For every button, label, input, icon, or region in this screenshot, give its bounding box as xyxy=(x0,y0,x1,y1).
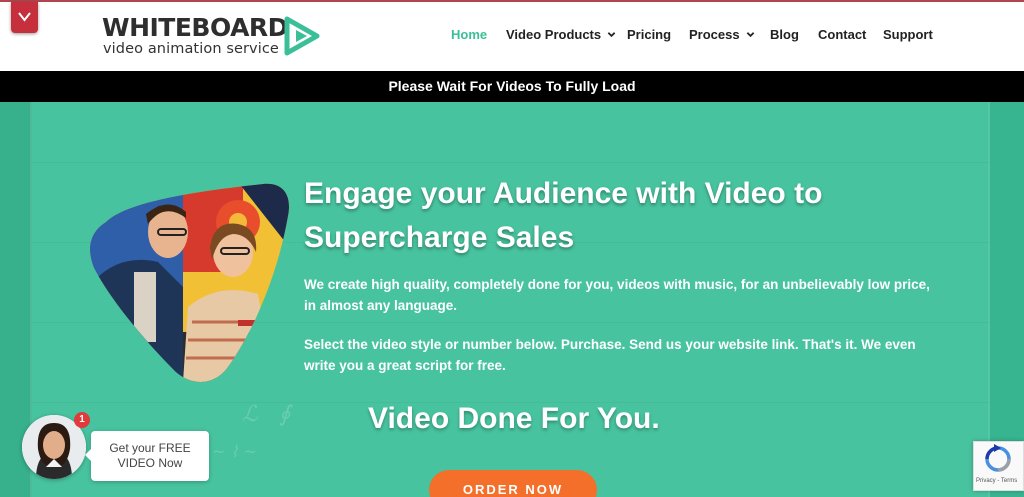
sketch-doodle: ℒ ∮ xyxy=(242,402,291,427)
hero-headline: Engage your Audience with Video to Super… xyxy=(304,177,823,254)
chevron-down-icon xyxy=(607,32,616,38)
notification-badge: 1 xyxy=(74,412,90,428)
bookmark-ribbon[interactable] xyxy=(11,2,38,33)
nav-process[interactable]: Process xyxy=(689,27,755,42)
sketch-doodle: ~ ⌇ ~ xyxy=(212,442,257,461)
nav-video-products[interactable]: Video Products xyxy=(506,27,616,42)
nav-blog[interactable]: Blog xyxy=(770,27,799,42)
site-header: WHITEBOARD video animation service Home … xyxy=(0,2,1024,71)
hero-description: We create high quality, completely done … xyxy=(304,277,930,313)
notice-bar: Please Wait For Videos To Fully Load xyxy=(0,71,1024,102)
recaptcha-icon xyxy=(985,444,1011,472)
people-photo xyxy=(90,183,289,382)
order-now-button[interactable]: ORDER NOW xyxy=(429,470,597,497)
nav-pricing[interactable]: Pricing xyxy=(627,27,671,42)
nav-contact[interactable]: Contact xyxy=(818,27,866,42)
nav-home[interactable]: Home xyxy=(451,27,487,42)
site-logo[interactable]: WHITEBOARD video animation service xyxy=(102,14,322,60)
chat-prompt[interactable]: Get your FREE VIDEO Now xyxy=(85,431,209,481)
hero-instructions: Select the video style or number below. … xyxy=(304,337,916,373)
hero-subheadline: Video Done For You. xyxy=(368,402,660,435)
nav-support[interactable]: Support xyxy=(883,27,933,42)
hero-edge-right xyxy=(990,102,1024,497)
chevron-down-icon xyxy=(746,32,754,38)
chevron-down-icon xyxy=(18,12,31,22)
recaptcha-links[interactable]: Privacy - Terms xyxy=(976,478,1017,484)
logo-wordmark: WHITEBOARD xyxy=(102,13,288,42)
logo-tagline: video animation service xyxy=(103,41,279,57)
play-icon xyxy=(284,16,320,56)
